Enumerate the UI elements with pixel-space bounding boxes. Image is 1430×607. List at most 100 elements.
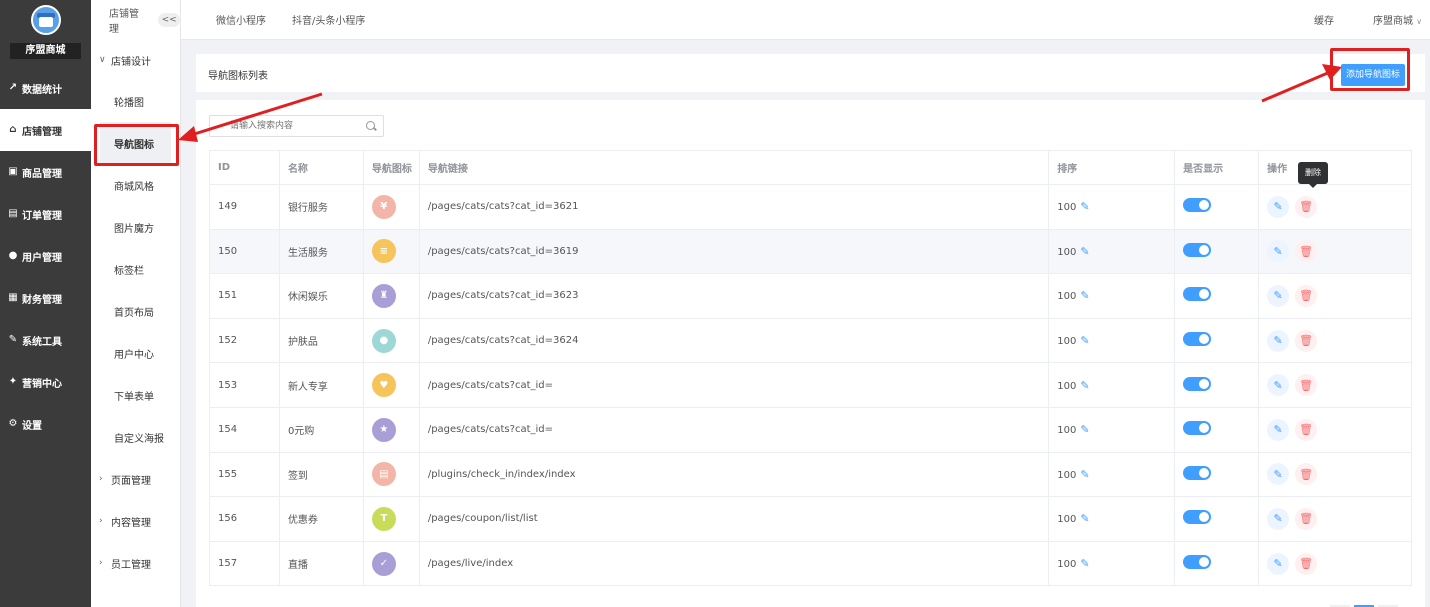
nav-image-icon: ✓: [371, 551, 396, 576]
table-row: 156 优惠券 T/pages/coupon/list/list 100 ✎ ✎ 🗑: [209, 496, 1412, 542]
delete-button[interactable]: 🗑: [1295, 507, 1318, 530]
cell-icon: ★: [362, 406, 420, 453]
delete-button[interactable]: 🗑: [1295, 195, 1318, 218]
sub-item-0[interactable]: 轮播图: [91, 80, 180, 122]
table-row: 155 签到 ▤/plugins/check_in/index/index 100 ✎ ✎…: [209, 451, 1412, 498]
delete-button[interactable]: 🗑: [1295, 463, 1318, 486]
cell-visible: [1174, 451, 1260, 498]
delete-button[interactable]: 🗑: [1295, 240, 1318, 263]
column-header-4: 排序: [1048, 150, 1176, 185]
trash-icon: 🗑: [1299, 557, 1314, 571]
pencil-icon: ✎: [1273, 378, 1283, 392]
cell-icon: ≡: [362, 228, 420, 275]
sub-group-label: 内容管理: [111, 517, 151, 529]
edit-button[interactable]: ✎: [1267, 507, 1290, 530]
finance-icon: ▦: [8, 292, 18, 303]
visible-toggle[interactable]: [1183, 332, 1212, 347]
cell-name: 银行服务: [278, 184, 364, 230]
pencil-icon[interactable]: ✎: [1080, 379, 1089, 392]
table-header-row: ID 名称 导航图标 导航链接 排序 是否显示 操作: [209, 150, 1412, 185]
collapse-button[interactable]: <<: [158, 13, 180, 27]
sub-sidebar-header: 店铺管理 <<: [91, 0, 180, 40]
sub-item-5[interactable]: 首页布局: [91, 290, 180, 332]
sub-item-4[interactable]: 标签栏: [91, 248, 180, 290]
visible-toggle[interactable]: [1183, 510, 1212, 525]
cell-actions: ✎ 🗑: [1258, 451, 1412, 498]
sub-item-6[interactable]: 用户中心: [91, 332, 180, 374]
shop-name: 序盟商城: [1373, 16, 1413, 27]
delete-button[interactable]: 🗑: [1295, 552, 1318, 575]
sort-value: 100: [1057, 559, 1077, 571]
sub-group-2[interactable]: › 员工管理: [91, 542, 180, 584]
delete-button[interactable]: 🗑: [1295, 284, 1318, 307]
search-input[interactable]: [209, 115, 384, 137]
edit-button[interactable]: ✎: [1267, 552, 1290, 575]
visible-toggle[interactable]: [1183, 287, 1212, 302]
cell-sort: 100 ✎: [1048, 273, 1176, 319]
main-nav-item-5[interactable]: ▦ 财务管理: [0, 277, 91, 319]
main-nav-label: 订单管理: [22, 210, 62, 222]
visible-toggle[interactable]: [1183, 465, 1212, 480]
sort-value: 100: [1057, 246, 1077, 258]
nav-image-icon: ●: [371, 328, 396, 353]
pencil-icon[interactable]: ✎: [1080, 334, 1089, 347]
main-nav-item-1[interactable]: ⌂ 店铺管理: [0, 109, 91, 151]
pencil-icon[interactable]: ✎: [1080, 512, 1089, 525]
main-nav-item-4[interactable]: ● 用户管理: [0, 235, 91, 277]
pencil-icon: ✎: [1273, 467, 1283, 481]
pencil-icon[interactable]: ✎: [1080, 289, 1089, 302]
visible-toggle[interactable]: [1183, 376, 1212, 391]
pencil-icon[interactable]: ✎: [1080, 245, 1089, 258]
delete-button[interactable]: 🗑: [1295, 329, 1318, 352]
edit-button[interactable]: ✎: [1267, 329, 1290, 352]
main-nav-item-0[interactable]: ↗ 数据统计: [0, 67, 91, 109]
sub-item-7[interactable]: 下单表单: [91, 374, 180, 416]
visible-toggle[interactable]: [1183, 242, 1212, 257]
cell-name: 签到: [278, 451, 364, 498]
visible-toggle[interactable]: [1183, 555, 1212, 570]
order-icon: ▤: [8, 208, 18, 219]
visible-toggle[interactable]: [1183, 421, 1212, 436]
main-nav-item-7[interactable]: ✦ 营销中心: [0, 361, 91, 403]
pencil-icon[interactable]: ✎: [1080, 423, 1089, 436]
sub-group-1[interactable]: › 内容管理: [91, 500, 180, 542]
edit-button[interactable]: ✎: [1267, 374, 1290, 397]
sub-group-0[interactable]: › 页面管理: [91, 458, 180, 500]
pencil-icon[interactable]: ✎: [1080, 468, 1089, 481]
sub-item-3[interactable]: 图片魔方: [91, 206, 180, 248]
cell-id: 151: [209, 273, 280, 319]
cell-icon: ▤: [362, 451, 420, 498]
edit-button[interactable]: ✎: [1267, 240, 1290, 263]
goods-icon: ▣: [8, 166, 18, 177]
tab-douyin[interactable]: 抖音/头条小程序: [292, 12, 365, 27]
visible-toggle[interactable]: [1183, 198, 1212, 213]
pencil-icon[interactable]: ✎: [1080, 200, 1089, 213]
chevron-right-icon: ›: [99, 558, 103, 568]
cache-button[interactable]: 缓存: [1314, 12, 1334, 27]
delete-button[interactable]: 🗑: [1295, 418, 1318, 441]
shop-dropdown[interactable]: 序盟商城 ∨: [1373, 12, 1422, 27]
pencil-icon: ✎: [1273, 334, 1283, 348]
edit-button[interactable]: ✎: [1267, 284, 1290, 307]
tab-wechat[interactable]: 微信小程序: [216, 12, 266, 27]
column-header-2: 导航图标: [362, 150, 420, 185]
sub-item-8[interactable]: 自定义海报: [91, 416, 180, 458]
main-nav-item-6[interactable]: ✎ 系统工具: [0, 319, 91, 361]
search-icon[interactable]: [366, 121, 375, 130]
main-nav-item-8[interactable]: ⚙ 设置: [0, 403, 91, 445]
nav-image-icon: ▤: [371, 462, 396, 487]
main-nav-item-3[interactable]: ▤ 订单管理: [0, 193, 91, 235]
edit-button[interactable]: ✎: [1267, 463, 1290, 486]
sub-group-store-design[interactable]: ∨ 店铺设计: [91, 40, 180, 80]
chevron-right-icon: ›: [99, 474, 103, 484]
cell-icon: ●: [362, 317, 420, 364]
delete-button[interactable]: 🗑: [1295, 374, 1318, 397]
main-nav-item-2[interactable]: ▣ 商品管理: [0, 151, 91, 193]
pencil-icon[interactable]: ✎: [1080, 557, 1089, 570]
sub-item-2[interactable]: 商城风格: [91, 164, 180, 206]
cell-name: 新人专享: [278, 362, 364, 408]
sort-value: 100: [1057, 202, 1077, 214]
edit-button[interactable]: ✎: [1267, 418, 1290, 441]
wrench-icon: ✎: [8, 334, 18, 345]
edit-button[interactable]: ✎: [1267, 195, 1290, 218]
